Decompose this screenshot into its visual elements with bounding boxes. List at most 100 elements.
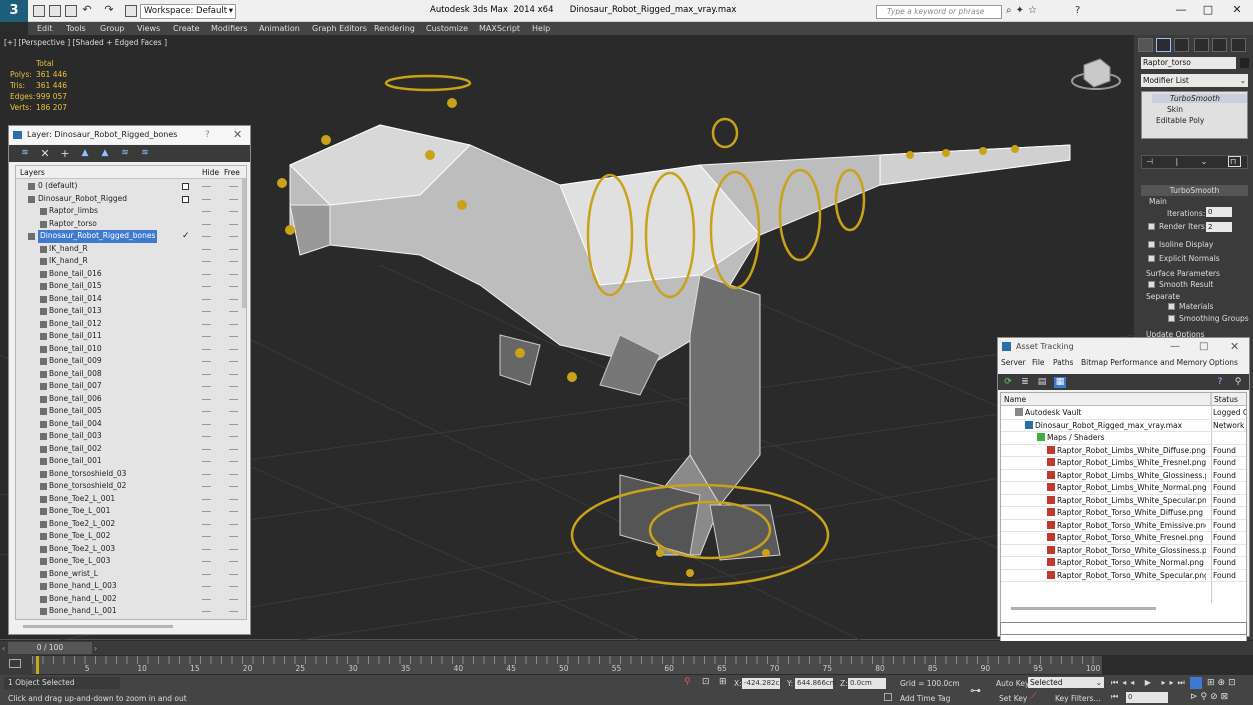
app-logo-icon[interactable]: 3 — [0, 0, 28, 22]
freeze-toggle[interactable] — [229, 473, 238, 475]
asset-menu-options[interactable]: Options — [1209, 358, 1238, 367]
key-set-dropdown[interactable]: Selected ⌄ — [1028, 677, 1104, 688]
layer-row[interactable]: Raptor_torso — [16, 218, 246, 231]
col-hide[interactable]: Hide — [202, 168, 219, 177]
menu-help[interactable]: Help — [532, 22, 550, 35]
hide-toggle[interactable] — [202, 423, 211, 425]
mini-curve-editor-icon[interactable] — [9, 659, 21, 668]
time-prev-arrow-icon[interactable]: ‹ — [2, 644, 5, 653]
col-free[interactable]: Free — [224, 168, 240, 177]
freeze-toggle[interactable] — [229, 361, 238, 362]
menu-group[interactable]: Group — [100, 22, 124, 35]
smoothing-groups-checkbox[interactable] — [1168, 315, 1175, 322]
hide-toggle[interactable] — [202, 436, 211, 437]
layer-row[interactable]: Bone_hand_L_002 — [16, 593, 246, 606]
hide-toggle[interactable] — [202, 361, 211, 362]
layer-row[interactable]: Bone_Toe2_L_001 — [16, 493, 246, 506]
hide-toggle[interactable] — [202, 336, 211, 337]
help-icon[interactable]: ? — [1075, 5, 1080, 16]
menu-customize[interactable]: Customize — [426, 22, 468, 35]
asset-close-button[interactable]: ✕ — [1230, 340, 1239, 353]
freeze-toggle[interactable] — [229, 523, 238, 525]
freeze-toggle[interactable] — [229, 198, 238, 200]
time-slider[interactable]: 0 / 100 — [8, 642, 92, 654]
freeze-toggle[interactable] — [229, 273, 238, 275]
workspace-dropdown[interactable]: Workspace: Default ▾ — [140, 4, 236, 19]
hide-toggle[interactable] — [202, 398, 211, 400]
freeze-toggle[interactable] — [229, 536, 238, 537]
menu-views[interactable]: Views — [137, 22, 160, 35]
layer-row[interactable]: Bone_tail_015 — [16, 280, 246, 293]
save-icon[interactable] — [65, 5, 77, 17]
motion-tab-icon[interactable] — [1194, 38, 1209, 52]
hide-toggle[interactable] — [202, 511, 211, 512]
help-button[interactable]: ? — [205, 130, 210, 140]
layer-row[interactable]: Bone_tail_007 — [16, 380, 246, 393]
freeze-toggle[interactable] — [229, 511, 238, 512]
add-time-tag[interactable]: Add Time Tag — [900, 694, 950, 703]
absolute-mode-icon[interactable]: ⊞ — [719, 677, 727, 687]
freeze-toggle[interactable] — [229, 286, 238, 287]
col-layers[interactable]: Layers — [20, 168, 45, 177]
hierarchy-tab-icon[interactable] — [1174, 38, 1189, 52]
menu-edit[interactable]: Edit — [37, 22, 53, 35]
configure-sets-icon[interactable] — [1228, 156, 1241, 167]
current-layer-checkbox[interactable] — [182, 183, 189, 190]
time-slider-bar[interactable] — [0, 641, 1253, 655]
freeze-toggle[interactable] — [229, 598, 238, 600]
layer-row[interactable]: IK_hand_R — [16, 243, 246, 256]
utilities-tab-icon[interactable] — [1231, 38, 1246, 52]
menu-animation[interactable]: Animation — [259, 22, 300, 35]
layer-row[interactable]: Dinosaur_Robot_Rigged — [16, 193, 246, 206]
layer-row[interactable]: Bone_tail_001 — [16, 455, 246, 468]
playback-controls[interactable]: ⏮◂◂ ▶ ▸▸⏭ — [1111, 678, 1189, 688]
layer-row[interactable]: Bone_hand_L_003 — [16, 580, 246, 593]
layer-row[interactable]: Bone_tail_006 — [16, 393, 246, 406]
modify-tab-icon[interactable] — [1156, 38, 1171, 52]
layer-row[interactable]: Raptor_limbs — [16, 205, 246, 218]
display-tab-icon[interactable] — [1212, 38, 1227, 52]
layer-row[interactable]: Bone_tail_014 — [16, 293, 246, 306]
menu-graph-editors[interactable]: Graph Editors — [312, 22, 367, 35]
hide-toggle[interactable] — [202, 473, 211, 475]
menu-rendering[interactable]: Rendering — [374, 22, 415, 35]
time-next-arrow-icon[interactable]: › — [94, 644, 97, 653]
object-name-field[interactable]: Raptor_torso — [1141, 57, 1236, 69]
hide-toggle[interactable] — [202, 586, 211, 587]
layer-row[interactable]: Bone_tail_005 — [16, 405, 246, 418]
iterations-spinner[interactable]: 0 — [1206, 207, 1232, 217]
stack-item-turbosmooth[interactable]: TurboSmooth — [1152, 94, 1247, 103]
layer-row[interactable]: Bone_tail_011 — [16, 330, 246, 343]
hide-toggle[interactable] — [202, 561, 211, 562]
asset-help-icon[interactable]: ? — [1214, 377, 1226, 388]
col-status[interactable]: Status — [1211, 393, 1246, 406]
layer-row[interactable]: Bone_tail_008 — [16, 368, 246, 381]
hide-toggle[interactable] — [202, 298, 211, 300]
layer-row[interactable]: Bone_tail_004 — [16, 418, 246, 431]
new-layer-icon[interactable]: ≋ — [19, 148, 31, 159]
auto-key-button[interactable]: Auto Key — [996, 679, 1029, 688]
modifier-list-dropdown[interactable]: Modifier List ⌄ — [1141, 74, 1248, 87]
asset-tracking-dialog[interactable]: Asset Tracking — □ ✕ Server File Paths B… — [997, 337, 1250, 642]
active-layer-check-icon[interactable]: ✓ — [182, 230, 190, 243]
freeze-toggle[interactable] — [229, 423, 238, 425]
isoline-checkbox[interactable] — [1148, 241, 1155, 248]
layer-row[interactable]: Bone_tail_016 — [16, 268, 246, 281]
hide-toggle[interactable] — [202, 548, 211, 550]
asset-table[interactable]: Name Status Autodesk Vault Logged C Dinosa… — [1000, 392, 1247, 642]
asset-menu-server[interactable]: Server — [1001, 358, 1026, 367]
hide-toggle[interactable] — [202, 248, 211, 250]
hide-toggle[interactable] — [202, 411, 211, 412]
delete-layer-icon[interactable]: ✕ — [39, 148, 51, 159]
freeze-toggle[interactable] — [229, 573, 238, 575]
freeze-all-icon[interactable]: ≋ — [139, 148, 151, 159]
hide-toggle[interactable] — [202, 186, 211, 187]
freeze-toggle[interactable] — [229, 236, 238, 237]
freeze-toggle[interactable] — [229, 411, 238, 412]
materials-checkbox[interactable] — [1168, 303, 1175, 310]
minimize-button[interactable]: — — [1168, 2, 1194, 18]
viewport-nav-icons-2[interactable]: ⊳⚲⊘⊠ — [1190, 692, 1231, 702]
hide-toggle[interactable] — [202, 386, 211, 387]
freeze-toggle[interactable] — [229, 261, 238, 262]
table-view-icon[interactable]: ▦ — [1054, 377, 1066, 388]
